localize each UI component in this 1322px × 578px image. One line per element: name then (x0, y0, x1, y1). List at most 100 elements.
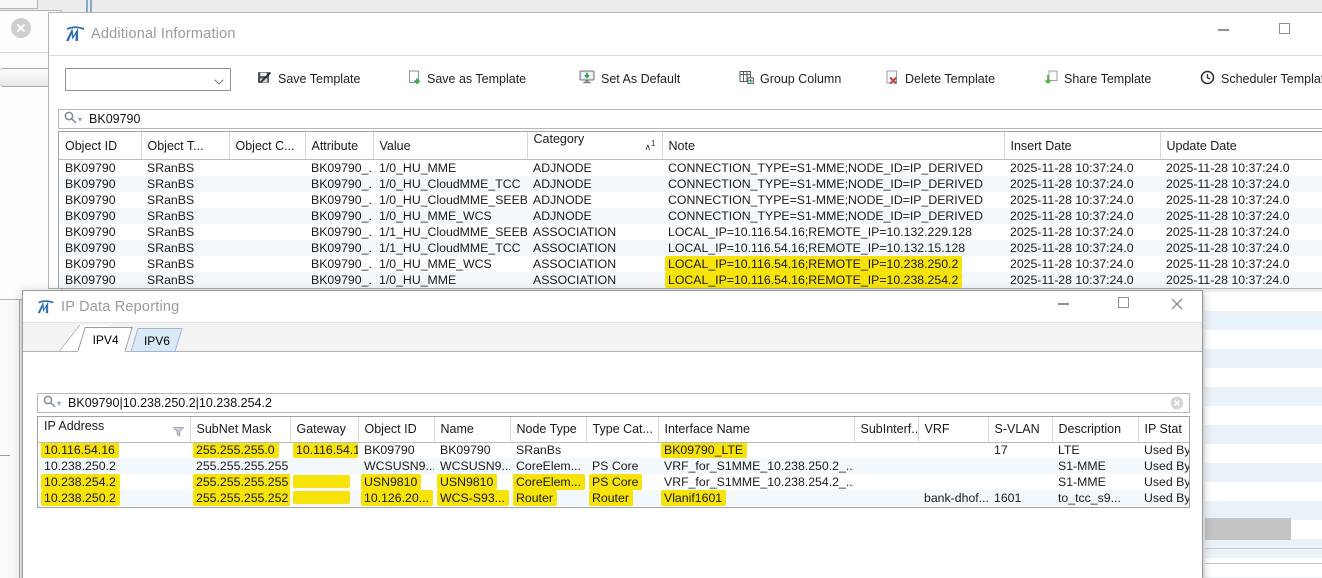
column-header[interactable]: SubInterf... (854, 417, 918, 442)
table-cell: ADJNODE (527, 160, 662, 176)
table-cell (229, 272, 305, 288)
table-cell: BK09790 (434, 442, 510, 458)
table-row[interactable]: 10.238.254.2255.255.255.255 USN9810USN98… (38, 474, 1190, 490)
column-header[interactable]: Type Cat... (586, 417, 658, 442)
table-cell: USN9810 (358, 474, 434, 490)
group-column-button[interactable]: Group Column (739, 70, 841, 87)
column-header[interactable]: Description (1052, 417, 1138, 442)
close-circle-icon[interactable] (11, 18, 31, 38)
set-as-default-button[interactable]: Set As Default (579, 70, 680, 87)
table-cell: BK09790 (59, 240, 141, 256)
table-row[interactable]: 10.116.54.16255.255.255.010.116.54.1BK09… (38, 442, 1190, 458)
column-header[interactable]: Object C... (229, 132, 305, 160)
title-bar[interactable]: IP Data Reporting (23, 291, 1202, 323)
table-cell (988, 474, 1052, 490)
table-cell: SRanBS (141, 224, 229, 240)
table-row[interactable]: BK09790SRanBSBK09790_...1/0_HU_MME_WCSAD… (59, 208, 1322, 224)
table-cell: BK09790_... (305, 224, 373, 240)
table-cell: CoreElem... (510, 474, 586, 490)
table-row[interactable]: 10.238.250.2255.255.255.252 10.126.20...… (38, 490, 1190, 506)
search-options-caret-icon[interactable]: ▾ (78, 115, 82, 124)
column-header[interactable]: Update Date (1160, 132, 1322, 160)
column-header[interactable]: IP Address (38, 417, 190, 442)
table-cell: SRanBS (141, 176, 229, 192)
column-header[interactable]: Attribute (305, 132, 373, 160)
column-header[interactable]: Object T... (141, 132, 229, 160)
table-cell: 2025-11-28 10:37:24.0 (1160, 272, 1322, 288)
table-row[interactable]: BK09790SRanBSBK09790_...1/0_HU_MME_WCSAS… (59, 256, 1322, 272)
column-header[interactable]: Note (662, 132, 1004, 160)
table-cell: 2025-11-28 10:37:24.0 (1004, 224, 1160, 240)
search-input[interactable]: ▾ BK09790|10.238.250.2|10.238.254.2 (37, 393, 1190, 413)
save-template-button[interactable]: Save Template (257, 70, 360, 87)
column-header-label: Insert Date (1011, 139, 1072, 153)
highlighted-value: WCS-S93... (437, 490, 509, 506)
title-bar[interactable]: Additional Information (49, 13, 1322, 56)
table-cell (290, 490, 358, 506)
table-cell: S1-MME (1052, 458, 1138, 474)
template-select[interactable] (65, 68, 231, 91)
table-cell: 10.116.54.16 (38, 442, 190, 458)
highlighted-value: CoreElem... (513, 474, 585, 490)
delete-template-button[interactable]: Delete Template (885, 70, 995, 88)
table-row[interactable]: BK09790SRanBSBK09790_...1/1_HU_CloudMME_… (59, 240, 1322, 256)
column-header[interactable]: S-VLAN (988, 417, 1052, 442)
column-header[interactable]: IP Stat (1138, 417, 1190, 442)
column-header[interactable]: Interface Name (658, 417, 854, 442)
table-cell: CONNECTION_TYPE=S1-MME;NODE_ID=IP_DERIVE… (662, 208, 1004, 224)
column-header[interactable]: ∧1Category (527, 132, 662, 160)
column-header[interactable]: Gateway (290, 417, 358, 442)
maximize-button[interactable] (1277, 21, 1293, 35)
clear-search-button[interactable] (1170, 396, 1184, 410)
highlighted-value: Vlanif1601 (661, 490, 726, 506)
delete-template-label: Delete Template (905, 72, 995, 86)
maximize-button[interactable] (1116, 295, 1132, 309)
search-options-caret-icon[interactable]: ▾ (57, 399, 61, 408)
column-header[interactable]: Value (373, 132, 527, 160)
background-scrollbar-thumb[interactable] (1205, 518, 1291, 540)
table-cell: LOCAL_IP=10.116.54.16;REMOTE_IP=10.238.2… (662, 272, 1004, 288)
save-as-template-button[interactable]: Save as Template (407, 70, 526, 88)
table-row[interactable]: BK09790SRanBSBK09790_...1/0_HU_CloudMME_… (59, 176, 1322, 192)
table-cell (229, 240, 305, 256)
share-template-button[interactable]: Share Template (1044, 70, 1151, 88)
column-header[interactable]: Object ID (59, 132, 141, 160)
minimize-icon (1058, 303, 1069, 305)
table-cell: 255.255.255.252 (190, 490, 290, 506)
table-cell: 2025-11-28 10:37:24.0 (1004, 272, 1160, 288)
scheduler-template-button[interactable]: Scheduler Template (1200, 70, 1322, 88)
app-logo-icon (35, 299, 56, 320)
screen: Additional Information Save Template Sav… (0, 0, 1322, 578)
table-header-row: Object IDObject T...Object C...Attribute… (59, 132, 1322, 160)
filter-funnel-icon[interactable] (173, 426, 184, 440)
column-header[interactable]: VRF (918, 417, 988, 442)
table-cell: WCS-S93... (434, 490, 510, 506)
table-cell: BK09790 (59, 208, 141, 224)
table-cell: 10.126.20... (358, 490, 434, 506)
column-header[interactable]: Object ID (358, 417, 434, 442)
search-input[interactable]: ▾ BK09790 (58, 109, 1322, 129)
table-cell: ASSOCIATION (527, 240, 662, 256)
table-row[interactable]: BK09790SRanBSBK09790_...1/0_HU_MMEADJNOD… (59, 160, 1322, 176)
minimize-button[interactable] (1056, 295, 1072, 309)
delete-template-icon (885, 70, 899, 88)
tab-ipv6[interactable]: IPV6 (130, 328, 182, 352)
column-header[interactable]: Insert Date (1004, 132, 1160, 160)
column-header-label: Update Date (1167, 139, 1237, 153)
table-row[interactable]: BK09790SRanBSBK09790_...1/1_HU_CloudMME_… (59, 224, 1322, 240)
tab-ipv4[interactable]: IPV4 (77, 327, 133, 352)
table-cell: PS Core (586, 458, 658, 474)
table-row[interactable]: 10.238.250.2255.255.255.255WCSUSN9...WCS… (38, 458, 1190, 474)
column-header[interactable]: Node Type (510, 417, 586, 442)
table-row[interactable]: BK09790SRanBSBK09790_...1/0_HU_CloudMME_… (59, 192, 1322, 208)
table-cell: Used By (1138, 474, 1190, 490)
minimize-button[interactable] (1216, 21, 1232, 35)
table-row[interactable]: BK09790SRanBSBK09790_...1/0_HU_MMEASSOCI… (59, 272, 1322, 288)
table-cell: 10.116.54.1 (290, 442, 358, 458)
column-header[interactable]: Name (434, 417, 510, 442)
table-cell: BK09790 (59, 176, 141, 192)
background-tick (0, 455, 10, 456)
column-header[interactable]: SubNet Mask (190, 417, 290, 442)
column-header-label: IP Address (44, 419, 104, 433)
close-button[interactable] (1171, 297, 1187, 311)
